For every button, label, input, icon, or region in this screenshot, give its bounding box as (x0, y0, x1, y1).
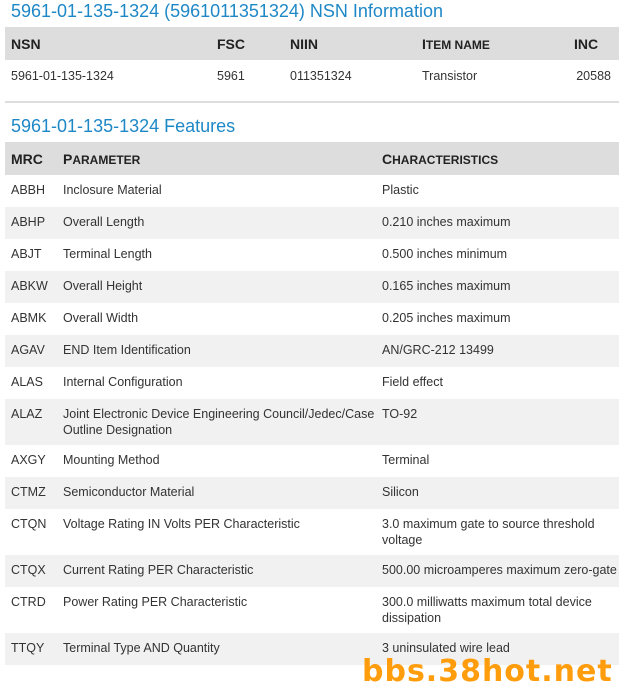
characteristic-cell: 0.500 inches minimum (382, 247, 508, 261)
table-row: ABJT Terminal Length 0.500 inches minimum (5, 239, 619, 271)
mrc-cell: AGAV (5, 335, 57, 367)
parameter-cell: Joint Electronic Device Engineering Coun… (57, 399, 376, 445)
mrc-cell: CTMZ (5, 477, 57, 509)
characteristic-cell: 500.00 microamperes maximum zero-gate vo… (376, 555, 619, 587)
parameter-rest: ARAMETER (72, 152, 141, 167)
table-row: ABHP Overall Length 0.210 inches maximum (5, 207, 619, 239)
parameter-cell: Mounting Method (63, 453, 160, 467)
parameter-cell: Semiconductor Material (57, 477, 376, 509)
inc-column-header: INC (568, 27, 619, 60)
features-heading: 5961-01-135-1324 Features (11, 116, 236, 136)
mrc-cell: ABHP (5, 207, 57, 239)
mrc-cell: CTQN (11, 517, 47, 531)
features-table: MRC PARAMETER CHARACTERISTICS ABBH Inclos… (5, 142, 619, 665)
mrc-cell: ABJT (11, 247, 42, 261)
characteristic-cell: Silicon (376, 477, 619, 509)
characteristic-cell: 0.165 inches maximum (376, 271, 619, 303)
nsn-information-table: NSN FSC NIIN ITEM NAME INC 5961-01-135-1… (5, 27, 619, 103)
nsn-cell: 5961-01-135-1324 (5, 60, 211, 103)
parameter-initial: P (63, 150, 73, 167)
table-row: CTQX Current Rating PER Characteristic 500… (5, 555, 619, 587)
table-row: AGAV END Item Identification AN/GRC-212 13… (5, 335, 619, 367)
parameter-cell: Overall Length (57, 207, 376, 239)
fsc-cell: 5961 (211, 60, 284, 103)
characteristic-cell: 0.210 inches maximum (376, 207, 619, 239)
inc-cell: 20588 (568, 60, 619, 103)
parameter-cell: Internal Configuration (63, 375, 183, 389)
parameter-cell: Voltage Rating IN Volts PER Characterist… (63, 517, 300, 531)
parameter-cell: END Item Identification (57, 335, 376, 367)
characteristic-cell: Plastic (382, 183, 419, 197)
mrc-cell: AXGY (11, 453, 46, 467)
mrc-cell: ALAS (11, 375, 43, 389)
table-row: ABBH Inclosure Material Plastic (5, 175, 619, 207)
table-row: ABKW Overall Height 0.165 inches maximum (5, 271, 619, 303)
watermark-text: bbs.38hot.net (362, 654, 613, 689)
table-row: ALAZ Joint Electronic Device Engineering … (5, 399, 619, 445)
table-header-row: MRC PARAMETER CHARACTERISTICS (5, 142, 619, 175)
parameter-cell: Power Rating PER Characteristic (63, 595, 248, 609)
fsc-column-header: FSC (211, 27, 284, 60)
table-row: CTRD Power Rating PER Characteristic 300.0… (5, 587, 619, 633)
item-name-column-header: ITEM NAME (416, 27, 568, 60)
parameter-column-header: PARAMETER (57, 142, 376, 175)
characteristic-cell: AN/GRC-212 13499 (376, 335, 619, 367)
mrc-cell: TTQY (5, 633, 57, 665)
table-row: AXGY Mounting Method Terminal (5, 445, 619, 477)
characteristics-rest: HARACTERISTICS (392, 152, 499, 167)
table-row: CTMZ Semiconductor Material Silicon (5, 477, 619, 509)
niin-column-header: NIIN (284, 27, 416, 60)
table-row: ABMK Overall Width 0.205 inches maximum (5, 303, 619, 335)
parameter-cell: Current Rating PER Characteristic (57, 555, 376, 587)
item-name-cell: Transistor (416, 60, 568, 103)
nsn-column-header: NSN (5, 27, 211, 60)
parameter-cell: Terminal Type AND Quantity (57, 633, 376, 665)
characteristic-cell: TO-92 (376, 399, 619, 445)
characteristics-column-header: CHARACTERISTICS (376, 142, 619, 175)
item-name-rest: TEM NAME (425, 37, 490, 52)
parameter-cell: Overall Width (63, 311, 139, 325)
characteristic-cell: Terminal (382, 453, 430, 467)
characteristic-cell: Field effect (382, 375, 443, 389)
niin-cell: 011351324 (284, 60, 416, 103)
characteristic-cell: 3.0 maximum gate to source threshold vol… (382, 517, 595, 547)
mrc-cell: ALAZ (5, 399, 57, 445)
characteristic-cell: 0.205 inches maximum (382, 311, 511, 325)
parameter-cell: Terminal Length (63, 247, 152, 261)
mrc-cell: ABMK (11, 311, 47, 325)
parameter-cell: Overall Height (57, 271, 376, 303)
table-row: ALAS Internal Configuration Field effect (5, 367, 619, 399)
mrc-column-header: MRC (5, 142, 57, 175)
table-row: CTQN Voltage Rating IN Volts PER Characte… (5, 509, 619, 555)
characteristic-cell: 300.0 milliwatts maximum total device di… (382, 595, 592, 625)
table-header-row: NSN FSC NIIN ITEM NAME INC (5, 27, 619, 60)
nsn-information-heading: 5961-01-135-1324 (5961011351324) NSN Inf… (11, 1, 443, 21)
table-row: 5961-01-135-1324 5961 011351324 Transist… (5, 60, 619, 103)
characteristics-initial: C (382, 150, 393, 167)
mrc-cell: CTRD (11, 595, 46, 609)
mrc-cell: CTQX (5, 555, 57, 587)
mrc-cell: ABKW (5, 271, 57, 303)
mrc-cell: ABBH (11, 183, 46, 197)
parameter-cell: Inclosure Material (63, 183, 162, 197)
